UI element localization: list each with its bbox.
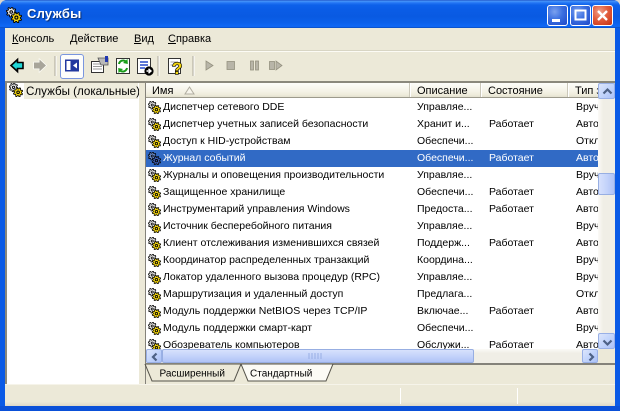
- svg-text:Расширенный: Расширенный: [160, 369, 225, 380]
- svg-text:Стандартный: Стандартный: [250, 369, 312, 380]
- svg-text:?: ?: [172, 59, 182, 78]
